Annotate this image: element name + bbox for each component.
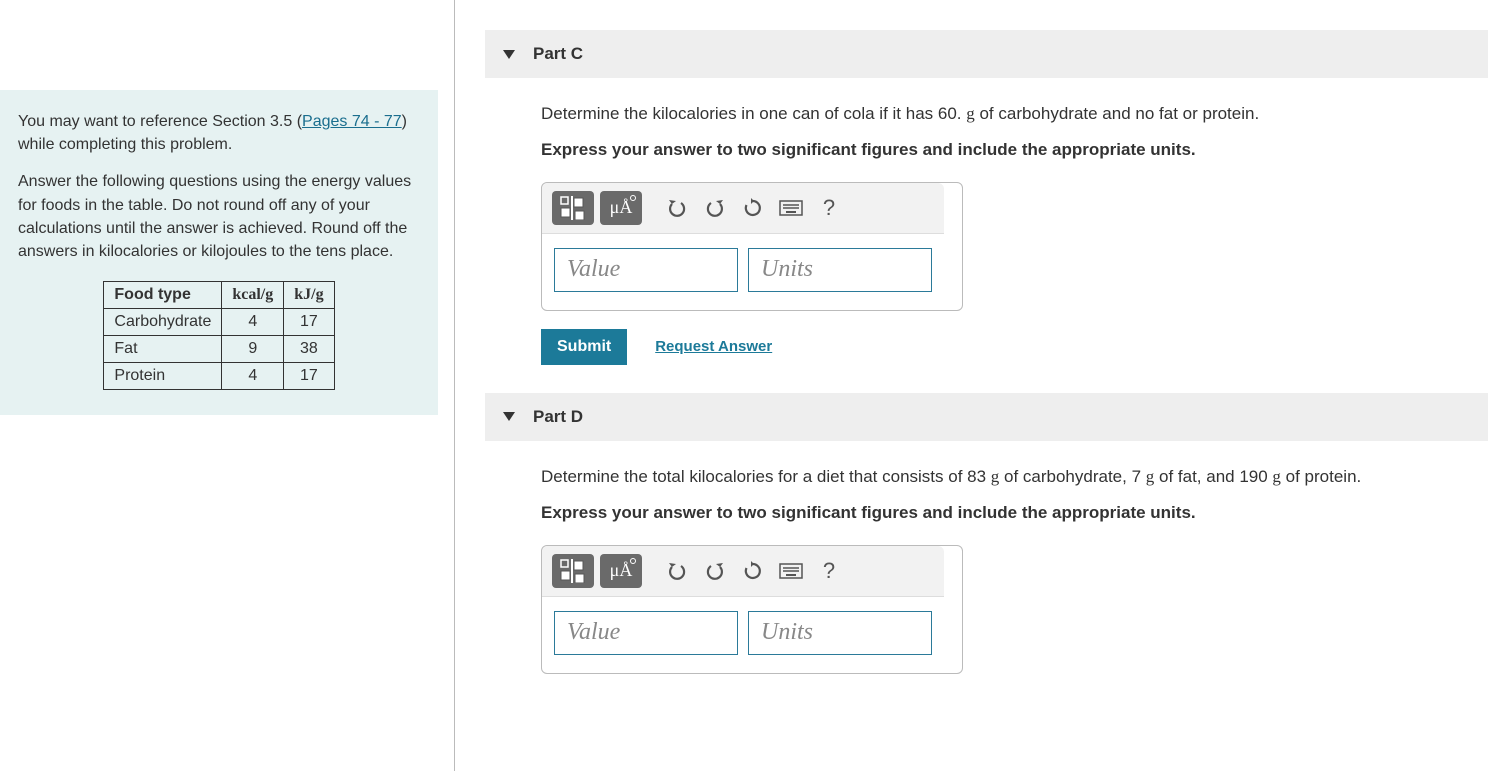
table-cell-kcal: 4	[222, 309, 284, 336]
energy-values-table: Food type kcal/g kJ/g Carbohydrate 4 17 …	[103, 281, 334, 390]
template-icon	[560, 559, 586, 583]
redo-icon	[704, 560, 726, 582]
table-cell-kj: 17	[284, 309, 334, 336]
value-input[interactable]: Value	[554, 611, 738, 655]
prompt-post: of carbohydrate and no fat or protein.	[975, 104, 1259, 123]
keyboard-button[interactable]	[774, 554, 808, 588]
table-row: Carbohydrate 4 17	[104, 309, 334, 336]
undo-icon	[666, 197, 688, 219]
reset-button[interactable]	[736, 554, 770, 588]
help-label: ?	[823, 195, 835, 221]
table-cell-food: Fat	[104, 336, 222, 363]
ring-icon	[630, 558, 636, 564]
reference-pre: You may want to reference Section 3.5 (	[18, 113, 302, 130]
reset-icon	[742, 197, 764, 219]
redo-button[interactable]	[698, 554, 732, 588]
part-d-header[interactable]: Part D	[485, 393, 1488, 441]
special-chars-label: μÅ	[610, 560, 633, 581]
reference-link[interactable]: Pages 74 - 77	[302, 113, 402, 130]
template-button[interactable]	[552, 554, 594, 588]
units-input[interactable]: Units	[748, 611, 932, 655]
table-header-kcal: kcal/g	[222, 282, 284, 309]
caret-down-icon	[503, 412, 515, 421]
value-input[interactable]: Value	[554, 248, 738, 292]
caret-down-icon	[503, 50, 515, 59]
reference-sentence: You may want to reference Section 3.5 (P…	[18, 110, 420, 156]
value-placeholder: Value	[567, 256, 620, 283]
prompt-pre: Determine the kilocalories in one can of…	[541, 104, 966, 123]
ring-icon	[630, 195, 636, 201]
redo-icon	[704, 197, 726, 219]
reset-button[interactable]	[736, 191, 770, 225]
special-chars-button[interactable]: μÅ	[600, 554, 642, 588]
help-label: ?	[823, 558, 835, 584]
table-header-kj: kJ/g	[284, 282, 334, 309]
table-cell-food: Protein	[104, 363, 222, 390]
undo-icon	[666, 560, 688, 582]
request-answer-link[interactable]: Request Answer	[655, 338, 772, 355]
part-d-instruct: Express your answer to two significant f…	[541, 503, 1465, 523]
undo-button[interactable]	[660, 554, 694, 588]
part-d-title: Part D	[533, 407, 583, 427]
table-cell-kj: 38	[284, 336, 334, 363]
keyboard-icon	[779, 563, 803, 579]
units-input[interactable]: Units	[748, 248, 932, 292]
part-d: Part D Determine the total kilocalories …	[485, 393, 1488, 674]
part-d-toolbar: μÅ	[542, 546, 944, 597]
table-cell-kcal: 4	[222, 363, 284, 390]
prompt-text: Determine the total kilocalories for a d…	[541, 467, 1361, 486]
help-button[interactable]: ?	[812, 554, 846, 588]
units-placeholder: Units	[761, 619, 813, 646]
part-d-answer-box: μÅ	[541, 545, 963, 674]
template-icon	[560, 196, 586, 220]
reference-sidebar: You may want to reference Section 3.5 (P…	[0, 0, 455, 771]
table-cell-food: Carbohydrate	[104, 309, 222, 336]
part-c-header[interactable]: Part C	[485, 30, 1488, 78]
intro-box: You may want to reference Section 3.5 (P…	[0, 90, 438, 415]
questions-column: Part C Determine the kilocalories in one…	[455, 0, 1488, 771]
units-placeholder: Units	[761, 256, 813, 283]
part-c-instruct: Express your answer to two significant f…	[541, 140, 1465, 160]
prompt-g: g	[966, 104, 975, 123]
special-chars-button[interactable]: μÅ	[600, 191, 642, 225]
part-c-toolbar: μÅ	[542, 183, 944, 234]
part-c-title: Part C	[533, 44, 583, 64]
part-c: Part C Determine the kilocalories in one…	[485, 30, 1488, 365]
part-c-prompt: Determine the kilocalories in one can of…	[541, 102, 1465, 126]
table-row: Fat 9 38	[104, 336, 334, 363]
keyboard-button[interactable]	[774, 191, 808, 225]
table-header-food: Food type	[104, 282, 222, 309]
keyboard-icon	[779, 200, 803, 216]
special-chars-label: μÅ	[610, 197, 633, 218]
help-button[interactable]: ?	[812, 191, 846, 225]
template-button[interactable]	[552, 191, 594, 225]
value-placeholder: Value	[567, 619, 620, 646]
redo-button[interactable]	[698, 191, 732, 225]
reset-icon	[742, 560, 764, 582]
undo-button[interactable]	[660, 191, 694, 225]
instructions-text: Answer the following questions using the…	[18, 170, 420, 263]
submit-button[interactable]: Submit	[541, 329, 627, 365]
part-d-prompt: Determine the total kilocalories for a d…	[541, 465, 1465, 489]
part-c-answer-box: μÅ	[541, 182, 963, 311]
table-row: Protein 4 17	[104, 363, 334, 390]
table-cell-kcal: 9	[222, 336, 284, 363]
table-cell-kj: 17	[284, 363, 334, 390]
